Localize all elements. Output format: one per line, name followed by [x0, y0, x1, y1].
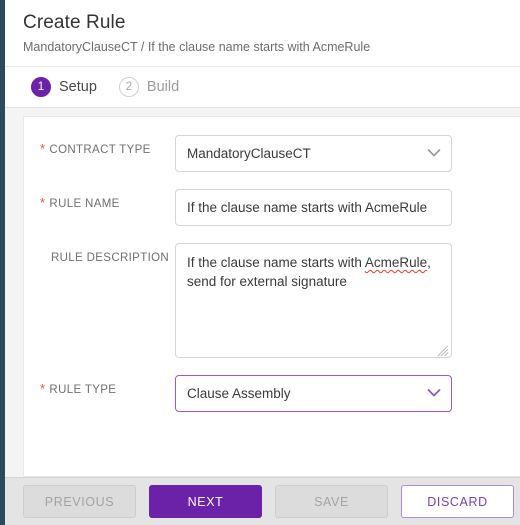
field-rule-name: * RULE NAME If the clause name starts wi… [24, 189, 520, 226]
resize-grip-icon[interactable] [437, 343, 449, 357]
next-button[interactable]: NEXT [149, 485, 262, 518]
field-rule-description-label-wrap: RULE DESCRIPTION [40, 243, 175, 264]
field-rule-name-label: RULE NAME [49, 198, 120, 210]
rule-description-control: If the clause name starts with AcmeRule,… [175, 243, 452, 358]
field-rule-description: RULE DESCRIPTION If the clause name star… [24, 243, 520, 358]
page-container: Create Rule MandatoryClauseCT / If the c… [5, 0, 520, 525]
field-rule-description-label: RULE DESCRIPTION [51, 252, 170, 264]
rule-description-text-before: If the clause name starts with [187, 255, 365, 270]
step-setup-label: Setup [59, 79, 97, 95]
rule-name-input[interactable]: If the clause name starts with AcmeRule [175, 189, 452, 226]
step-setup-number: 1 [31, 77, 51, 97]
form-body-area: * CONTRACT TYPE MandatoryClauseCT * RULE… [5, 108, 520, 477]
required-asterisk-contract-type: * [40, 141, 46, 156]
page-header: Create Rule MandatoryClauseCT / If the c… [5, 0, 520, 66]
previous-button[interactable]: PREVIOUS [23, 485, 136, 518]
form-footer: PREVIOUS NEXT SAVE DISCARD [5, 477, 520, 525]
step-setup[interactable]: 1 Setup [31, 77, 97, 97]
field-contract-type-label-wrap: * CONTRACT TYPE [40, 135, 175, 156]
step-build[interactable]: 2 Build [118, 77, 180, 97]
step-build-number: 2 [118, 77, 139, 97]
rule-description-text-misspelled: AcmeRule [364, 255, 428, 270]
field-rule-type-label: RULE TYPE [49, 384, 117, 396]
save-button[interactable]: SAVE [275, 485, 388, 518]
contract-type-control: MandatoryClauseCT [175, 135, 452, 172]
page-title: Create Rule [23, 12, 126, 33]
field-rule-type-label-wrap: * RULE TYPE [40, 375, 175, 396]
breadcrumb: MandatoryClauseCT / If the clause name s… [23, 40, 371, 54]
required-asterisk-rule-type: * [40, 381, 46, 396]
contract-type-select[interactable]: MandatoryClauseCT [175, 135, 452, 172]
rule-type-control: Clause Assembly [175, 375, 452, 412]
required-asterisk-rule-name: * [40, 195, 46, 210]
field-rule-name-label-wrap: * RULE NAME [40, 189, 175, 210]
discard-button[interactable]: DISCARD [401, 485, 514, 518]
form-card: * CONTRACT TYPE MandatoryClauseCT * RULE… [23, 116, 520, 477]
wizard-step-bar: 1 Setup 2 Build [5, 66, 520, 108]
rule-name-control: If the clause name starts with AcmeRule [175, 189, 452, 226]
step-build-label: Build [146, 79, 180, 95]
field-rule-type: * RULE TYPE Clause Assembly [24, 375, 520, 412]
app-root: Create Rule MandatoryClauseCT / If the c… [0, 0, 520, 525]
field-contract-type: * CONTRACT TYPE MandatoryClauseCT [24, 135, 520, 172]
field-contract-type-label: CONTRACT TYPE [49, 144, 151, 156]
rule-description-textarea[interactable]: If the clause name starts with AcmeRule,… [175, 243, 452, 358]
rule-type-select[interactable]: Clause Assembly [175, 375, 452, 412]
